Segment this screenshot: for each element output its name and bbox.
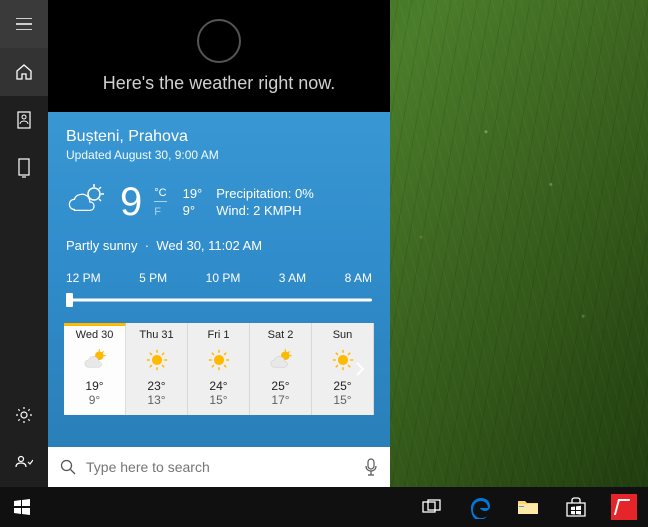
task-view-icon bbox=[422, 499, 442, 515]
forecast-high: 25° bbox=[252, 379, 309, 393]
weather-location: Bușteni, Prahova bbox=[66, 128, 372, 146]
timeline-label: 12 PM bbox=[66, 271, 101, 285]
forecast-day-name: Sat 2 bbox=[252, 329, 309, 341]
windows-logo-icon bbox=[14, 499, 30, 515]
fahrenheit-unit[interactable]: F bbox=[154, 204, 166, 218]
precipitation-label: Precipitation: 0% bbox=[216, 186, 314, 201]
microphone-icon[interactable] bbox=[364, 458, 378, 476]
hamburger-icon bbox=[16, 18, 32, 30]
task-view-button[interactable] bbox=[408, 487, 456, 527]
forecast-row: Wed 30 19° 9°Thu 31 23° 13°Fri 1 24° 15°… bbox=[64, 323, 374, 415]
search-icon bbox=[60, 459, 76, 475]
forecast-low: 17° bbox=[252, 393, 309, 407]
forecast-day[interactable]: Fri 1 24° 15° bbox=[188, 323, 250, 415]
edge-browser-button[interactable] bbox=[456, 487, 504, 527]
forecast-day-name: Fri 1 bbox=[190, 329, 247, 341]
condition-time: Wed 30, 11:02 AM bbox=[156, 238, 262, 253]
search-input[interactable] bbox=[86, 459, 354, 475]
forecast-high: 19° bbox=[66, 379, 123, 393]
notebook-icon bbox=[16, 111, 32, 129]
forecast-day[interactable]: Sat 2 25° 17° bbox=[250, 323, 312, 415]
app-red-button[interactable] bbox=[600, 487, 648, 527]
feedback-icon bbox=[15, 454, 33, 472]
timeline-slider[interactable] bbox=[66, 293, 372, 307]
notebook-button[interactable] bbox=[0, 96, 48, 144]
forecast-high: 24° bbox=[190, 379, 247, 393]
temperature-units[interactable]: °C F bbox=[154, 187, 166, 218]
cortana-ring-icon bbox=[197, 19, 241, 63]
wind-label: Wind: 2 KMPH bbox=[216, 203, 314, 218]
forecast-weather-icon bbox=[66, 345, 123, 375]
search-bar[interactable] bbox=[48, 447, 390, 487]
hourly-timeline: 12 PM 5 PM 10 PM 3 AM 8 AM bbox=[66, 271, 372, 307]
hamburger-menu-button[interactable] bbox=[0, 0, 48, 48]
forecast-low: 13° bbox=[128, 393, 185, 407]
condition-line: Partly sunny · Wed 30, 11:02 AM bbox=[66, 238, 372, 253]
forecast-low: 15° bbox=[314, 393, 371, 407]
device-icon bbox=[17, 158, 31, 178]
timeline-label: 5 PM bbox=[139, 271, 167, 285]
forecast-weather-icon bbox=[128, 345, 185, 375]
forecast-low: 9° bbox=[66, 393, 123, 407]
gear-icon bbox=[15, 406, 33, 424]
weather-updated: Updated August 30, 9:00 AM bbox=[66, 148, 372, 162]
hi-lo-temps: 19° 9° bbox=[183, 186, 203, 218]
folder-icon bbox=[517, 498, 539, 516]
home-button[interactable] bbox=[0, 48, 48, 96]
condition-text: Partly sunny bbox=[66, 238, 138, 253]
low-temp: 9° bbox=[183, 203, 203, 218]
weather-card[interactable]: Bușteni, Prahova Updated August 30, 9:00… bbox=[48, 112, 390, 447]
taskbar bbox=[0, 487, 648, 527]
timeline-label: 8 AM bbox=[345, 271, 372, 285]
store-icon bbox=[565, 497, 587, 517]
feedback-button[interactable] bbox=[0, 439, 48, 487]
cortana-panel: Here's the weather right now. Bușteni, P… bbox=[48, 0, 390, 487]
devices-button[interactable] bbox=[0, 144, 48, 192]
chevron-right-icon[interactable] bbox=[350, 359, 370, 379]
start-button[interactable] bbox=[0, 487, 45, 527]
forecast-day[interactable]: Wed 30 19° 9° bbox=[64, 323, 126, 415]
cortana-header: Here's the weather right now. bbox=[48, 0, 390, 112]
forecast-day-name: Thu 31 bbox=[128, 329, 185, 341]
forecast-day-name: Sun bbox=[314, 329, 371, 341]
red-app-icon bbox=[611, 494, 637, 520]
file-explorer-button[interactable] bbox=[504, 487, 552, 527]
current-temperature: 9 bbox=[120, 182, 142, 222]
partly-sunny-icon bbox=[66, 180, 110, 224]
cortana-left-rail bbox=[0, 0, 48, 487]
taskbar-search-area bbox=[45, 487, 408, 527]
forecast-day-name: Wed 30 bbox=[66, 329, 123, 341]
celsius-unit[interactable]: °C bbox=[154, 187, 166, 202]
windows-store-button[interactable] bbox=[552, 487, 600, 527]
forecast-high: 23° bbox=[128, 379, 185, 393]
slider-track bbox=[66, 299, 372, 302]
timeline-label: 3 AM bbox=[279, 271, 306, 285]
high-temp: 19° bbox=[183, 186, 203, 201]
forecast-high: 25° bbox=[314, 379, 371, 393]
forecast-day[interactable]: Thu 31 23° 13° bbox=[126, 323, 188, 415]
forecast-weather-icon bbox=[190, 345, 247, 375]
home-icon bbox=[15, 63, 33, 81]
forecast-low: 15° bbox=[190, 393, 247, 407]
edge-icon bbox=[468, 495, 492, 519]
timeline-label: 10 PM bbox=[206, 271, 241, 285]
settings-button[interactable] bbox=[0, 391, 48, 439]
weather-details: Precipitation: 0% Wind: 2 KMPH bbox=[216, 186, 314, 218]
current-weather-row: 9 °C F 19° 9° Precipitation: 0% Wind: 2 … bbox=[66, 180, 372, 224]
slider-thumb[interactable] bbox=[66, 293, 73, 307]
cortana-prompt-text: Here's the weather right now. bbox=[103, 73, 336, 94]
forecast-weather-icon bbox=[252, 345, 309, 375]
